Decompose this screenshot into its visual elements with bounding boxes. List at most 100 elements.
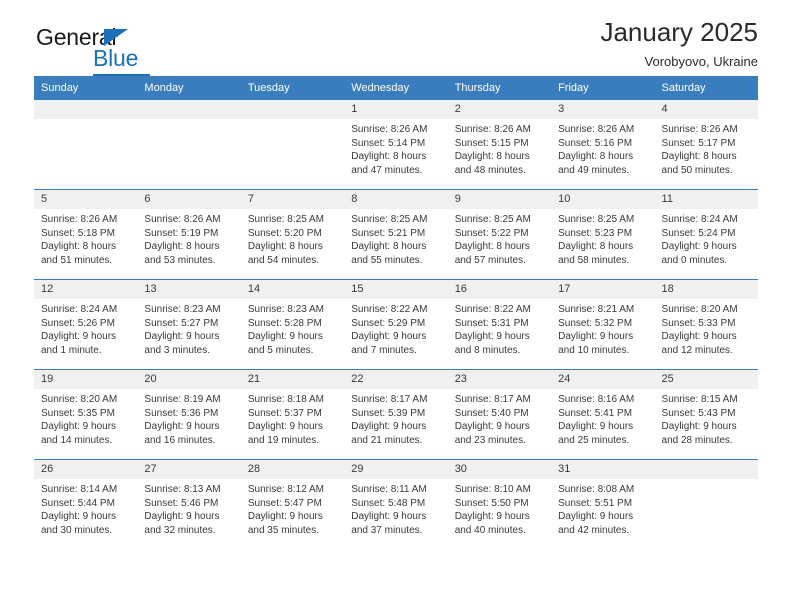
calendar-day-cell[interactable]: 23 Sunrise: 8:17 AM Sunset: 5:40 PM Dayligh… bbox=[447, 369, 552, 460]
day-box bbox=[34, 100, 138, 189]
sunrise-text: Sunrise: 8:22 AM bbox=[351, 304, 428, 315]
calendar-day-cell[interactable]: 26 Sunrise: 8:14 AM Sunset: 5:44 PM Dayligh… bbox=[34, 459, 138, 549]
logo-text-blue: Blue bbox=[93, 45, 139, 71]
calendar-day-cell[interactable]: 24 Sunrise: 8:16 AM Sunset: 5:41 PM Dayligh… bbox=[551, 369, 655, 460]
sunrise-text: Sunrise: 8:26 AM bbox=[661, 124, 738, 135]
page-title: January 2025 bbox=[600, 17, 758, 47]
daylight-text-line2: and 8 minutes. bbox=[454, 344, 521, 356]
day-number bbox=[240, 100, 345, 119]
day-details: Sunrise: 8:23 AM Sunset: 5:28 PM Daylight:… bbox=[241, 299, 344, 357]
sunrise-text: Sunrise: 8:22 AM bbox=[454, 304, 531, 315]
calendar-day-cell[interactable]: 12 Sunrise: 8:24 AM Sunset: 5:26 PM Dayligh… bbox=[34, 279, 138, 370]
day-box: 21 Sunrise: 8:18 AM Sunset: 5:37 PM Dayligh… bbox=[240, 370, 345, 459]
daylight-text-line1: Daylight: 9 hours bbox=[144, 511, 220, 522]
day-box: 20 Sunrise: 8:19 AM Sunset: 5:36 PM Dayligh… bbox=[137, 370, 241, 459]
sunrise-text: Sunrise: 8:20 AM bbox=[41, 394, 118, 405]
day-box: 28 Sunrise: 8:12 AM Sunset: 5:47 PM Dayligh… bbox=[240, 460, 345, 549]
calendar-day-cell[interactable]: 8 Sunrise: 8:25 AM Sunset: 5:21 PM Daylight… bbox=[344, 189, 448, 280]
sunset-text: Sunset: 5:35 PM bbox=[41, 407, 115, 419]
calendar-day-cell[interactable]: 20 Sunrise: 8:19 AM Sunset: 5:36 PM Dayligh… bbox=[137, 369, 241, 460]
day-number: 19 bbox=[34, 370, 138, 389]
sunset-text: Sunset: 5:44 PM bbox=[41, 497, 115, 509]
daylight-text-line2: and 5 minutes. bbox=[247, 344, 314, 356]
calendar-day-cell[interactable]: 11 Sunrise: 8:24 AM Sunset: 5:24 PM Dayligh… bbox=[654, 189, 758, 280]
daylight-text-line2: and 32 minutes. bbox=[144, 524, 216, 536]
sunrise-text: Sunrise: 8:25 AM bbox=[247, 214, 324, 225]
day-number: 20 bbox=[137, 370, 241, 389]
daylight-text-line2: and 53 minutes. bbox=[144, 254, 216, 266]
calendar-week-row: 5 Sunrise: 8:26 AM Sunset: 5:18 PM Daylight… bbox=[34, 189, 758, 280]
day-number: 4 bbox=[654, 100, 758, 119]
calendar-day-cell[interactable]: 16 Sunrise: 8:22 AM Sunset: 5:31 PM Dayligh… bbox=[447, 279, 552, 370]
daylight-text-line2: and 30 minutes. bbox=[41, 524, 113, 536]
day-box: 30 Sunrise: 8:10 AM Sunset: 5:50 PM Dayligh… bbox=[447, 460, 552, 549]
daylight-text-line2: and 28 minutes. bbox=[661, 434, 733, 446]
calendar-day-cell[interactable]: 3 Sunrise: 8:26 AM Sunset: 5:16 PM Daylight… bbox=[551, 100, 655, 190]
daylight-text-line1: Daylight: 9 hours bbox=[351, 511, 427, 522]
day-number: 11 bbox=[654, 190, 758, 209]
day-number: 9 bbox=[447, 190, 552, 209]
day-number bbox=[137, 100, 241, 119]
calendar-day-cell[interactable]: 28 Sunrise: 8:12 AM Sunset: 5:47 PM Dayligh… bbox=[240, 459, 345, 549]
day-details: Sunrise: 8:08 AM Sunset: 5:51 PM Daylight:… bbox=[551, 479, 654, 537]
day-number: 15 bbox=[344, 280, 448, 299]
daylight-text-line1: Daylight: 8 hours bbox=[144, 241, 220, 252]
day-number: 23 bbox=[447, 370, 552, 389]
day-number: 3 bbox=[551, 100, 655, 119]
day-number: 22 bbox=[344, 370, 448, 389]
calendar-day-cell[interactable]: 9 Sunrise: 8:25 AM Sunset: 5:22 PM Daylight… bbox=[447, 189, 552, 280]
calendar-day-cell[interactable]: 30 Sunrise: 8:10 AM Sunset: 5:50 PM Dayligh… bbox=[447, 459, 552, 549]
sunset-text: Sunset: 5:31 PM bbox=[454, 317, 529, 329]
calendar-day-cell[interactable]: 14 Sunrise: 8:23 AM Sunset: 5:28 PM Dayligh… bbox=[240, 279, 345, 370]
calendar-week-row: 1 Sunrise: 8:26 AM Sunset: 5:14 PM Daylight… bbox=[34, 100, 758, 190]
day-box: 4 Sunrise: 8:26 AM Sunset: 5:17 PM Daylight… bbox=[654, 100, 758, 189]
day-number: 6 bbox=[137, 190, 241, 209]
calendar-day-cell[interactable]: 29 Sunrise: 8:11 AM Sunset: 5:48 PM Dayligh… bbox=[344, 459, 448, 549]
calendar-day-cell[interactable]: 18 Sunrise: 8:20 AM Sunset: 5:33 PM Dayligh… bbox=[654, 279, 758, 370]
day-box: 15 Sunrise: 8:22 AM Sunset: 5:29 PM Dayligh… bbox=[344, 280, 448, 369]
daylight-text-line2: and 35 minutes. bbox=[247, 524, 320, 536]
sunrise-text: Sunrise: 8:11 AM bbox=[351, 484, 427, 495]
calendar-day-cell[interactable]: 31 Sunrise: 8:08 AM Sunset: 5:51 PM Dayligh… bbox=[551, 459, 655, 549]
calendar-day-cell[interactable]: 2 Sunrise: 8:26 AM Sunset: 5:15 PM Daylight… bbox=[447, 100, 552, 190]
calendar-day-cell[interactable]: 6 Sunrise: 8:26 AM Sunset: 5:19 PM Daylight… bbox=[137, 189, 241, 280]
sunrise-text: Sunrise: 8:20 AM bbox=[661, 304, 738, 315]
sunrise-text: Sunrise: 8:14 AM bbox=[41, 484, 118, 495]
calendar-day-cell[interactable]: 1 Sunrise: 8:26 AM Sunset: 5:14 PM Daylight… bbox=[344, 100, 448, 190]
calendar-day-cell[interactable]: 17 Sunrise: 8:21 AM Sunset: 5:32 PM Dayligh… bbox=[551, 279, 655, 370]
daylight-text-line2: and 16 minutes. bbox=[144, 434, 216, 446]
daylight-text-line1: Daylight: 9 hours bbox=[351, 331, 427, 342]
weekday-header-monday: Monday bbox=[137, 76, 241, 100]
general-blue-logo: General Blue bbox=[36, 26, 246, 76]
sunrise-text: Sunrise: 8:15 AM bbox=[661, 394, 738, 405]
calendar-day-cell[interactable]: 7 Sunrise: 8:25 AM Sunset: 5:20 PM Daylight… bbox=[240, 189, 345, 280]
calendar-day-cell[interactable]: 22 Sunrise: 8:17 AM Sunset: 5:39 PM Dayligh… bbox=[344, 369, 448, 460]
day-details: Sunrise: 8:19 AM Sunset: 5:36 PM Daylight:… bbox=[137, 389, 240, 447]
day-number: 28 bbox=[240, 460, 345, 479]
day-details: Sunrise: 8:26 AM Sunset: 5:14 PM Daylight:… bbox=[344, 119, 447, 177]
weekday-header-friday: Friday bbox=[551, 76, 655, 100]
calendar-day-cell[interactable]: 10 Sunrise: 8:25 AM Sunset: 5:23 PM Dayligh… bbox=[551, 189, 655, 280]
calendar-day-cell[interactable]: 19 Sunrise: 8:20 AM Sunset: 5:35 PM Dayligh… bbox=[34, 369, 138, 460]
calendar-day-cell[interactable]: 21 Sunrise: 8:18 AM Sunset: 5:37 PM Dayligh… bbox=[240, 369, 345, 460]
calendar-day-cell[interactable]: 5 Sunrise: 8:26 AM Sunset: 5:18 PM Daylight… bbox=[34, 189, 138, 280]
sunrise-text: Sunrise: 8:13 AM bbox=[144, 484, 221, 495]
calendar-day-cell[interactable]: 15 Sunrise: 8:22 AM Sunset: 5:29 PM Dayligh… bbox=[344, 279, 448, 370]
sunset-text: Sunset: 5:16 PM bbox=[558, 137, 633, 149]
day-box: 9 Sunrise: 8:25 AM Sunset: 5:22 PM Daylight… bbox=[447, 190, 552, 279]
day-box: 1 Sunrise: 8:26 AM Sunset: 5:14 PM Daylight… bbox=[344, 100, 448, 189]
sunrise-text: Sunrise: 8:19 AM bbox=[144, 394, 221, 405]
sunset-text: Sunset: 5:29 PM bbox=[351, 317, 426, 329]
calendar-day-cell[interactable]: 27 Sunrise: 8:13 AM Sunset: 5:46 PM Dayligh… bbox=[137, 459, 241, 549]
calendar-day-cell[interactable]: 25 Sunrise: 8:15 AM Sunset: 5:43 PM Dayligh… bbox=[654, 369, 758, 460]
daylight-text-line2: and 37 minutes. bbox=[351, 524, 423, 536]
day-number: 12 bbox=[34, 280, 138, 299]
daylight-text-line1: Daylight: 9 hours bbox=[558, 331, 634, 342]
day-number: 7 bbox=[240, 190, 345, 209]
day-details: Sunrise: 8:18 AM Sunset: 5:37 PM Daylight:… bbox=[241, 389, 344, 447]
calendar-day-cell[interactable]: 13 Sunrise: 8:23 AM Sunset: 5:27 PM Dayligh… bbox=[137, 279, 241, 370]
calendar-cell-empty bbox=[34, 100, 138, 190]
calendar-day-cell[interactable]: 4 Sunrise: 8:26 AM Sunset: 5:17 PM Daylight… bbox=[654, 100, 758, 190]
sunset-text: Sunset: 5:28 PM bbox=[247, 317, 322, 329]
day-details: Sunrise: 8:25 AM Sunset: 5:20 PM Daylight:… bbox=[241, 209, 344, 267]
